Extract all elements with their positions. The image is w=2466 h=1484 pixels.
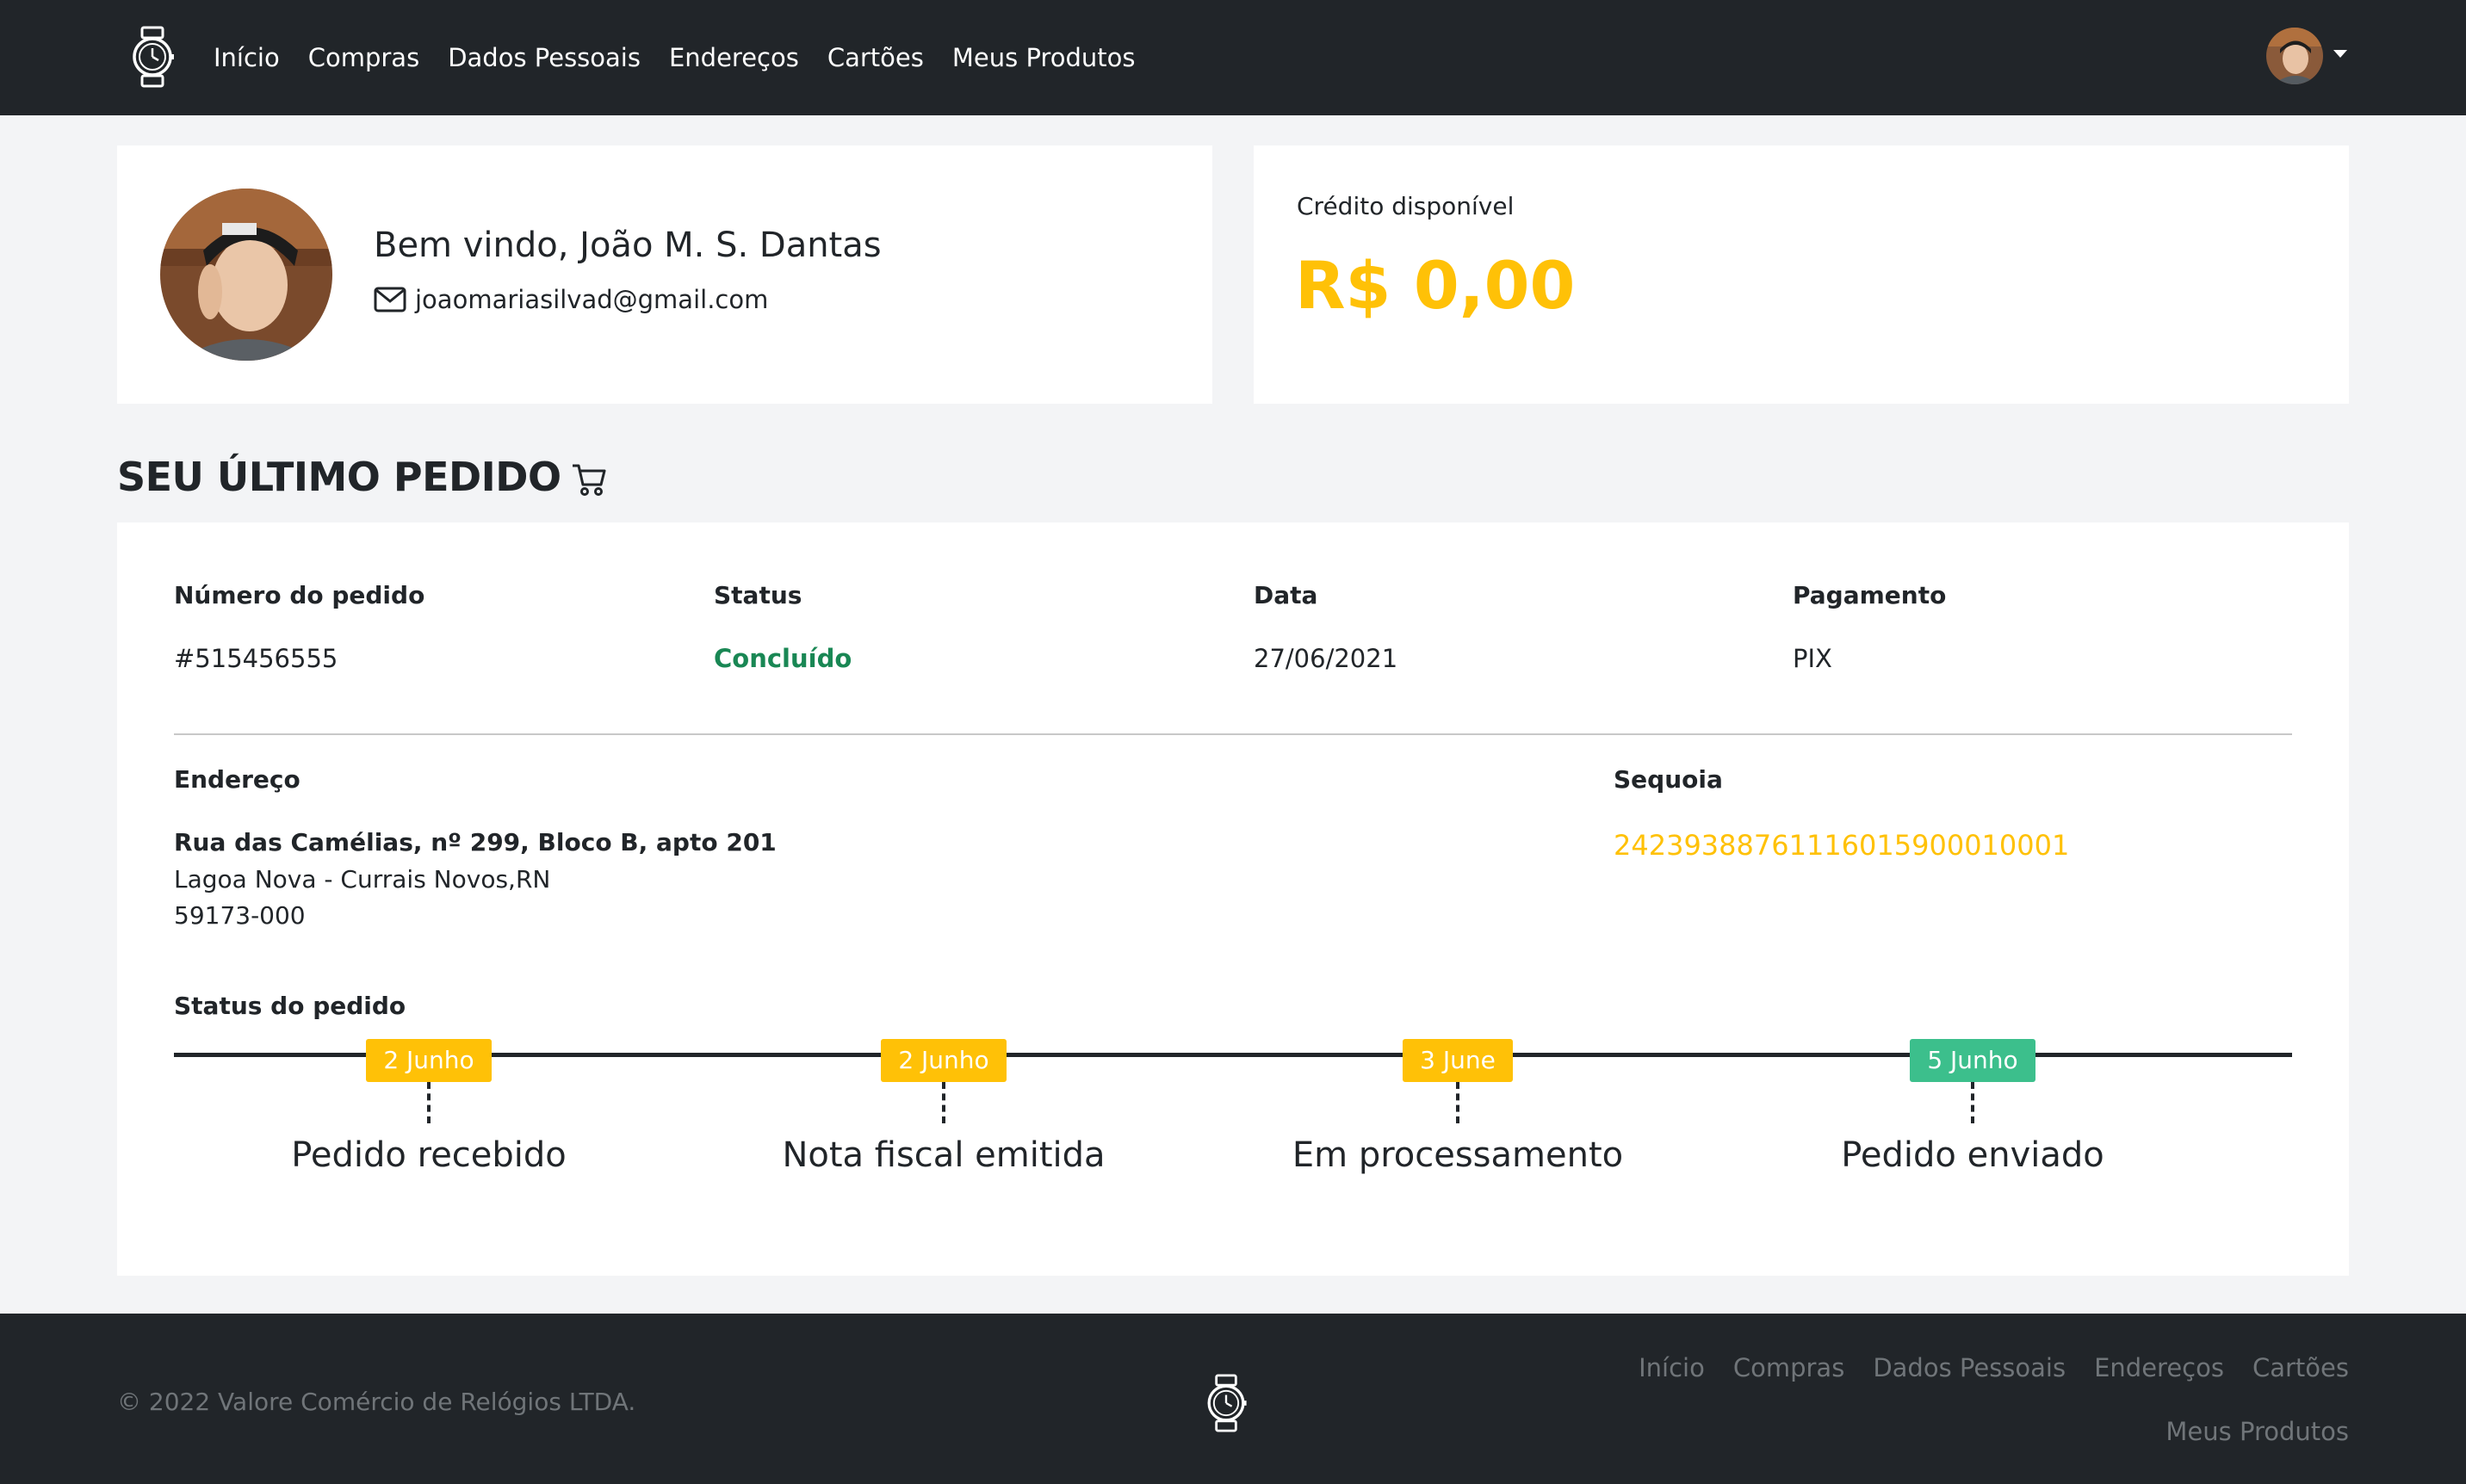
status-label: Status (714, 581, 802, 609)
nav-link-meus-produtos[interactable]: Meus Produtos (952, 43, 1136, 72)
address-street: Rua das Camélias, nº 299, Bloco B, apto … (174, 828, 777, 856)
address-label: Endereço (174, 765, 301, 794)
order-date: 27/06/2021 (1254, 644, 1398, 673)
step-label: Pedido recebido (291, 1135, 567, 1175)
carrier-label: Sequoia (1614, 765, 1723, 794)
step-date-badge: 2 Junho (881, 1039, 1007, 1082)
payment-method: PIX (1793, 644, 1832, 673)
footer-link-compras[interactable]: Compras (1733, 1353, 1844, 1417)
nav-link-inicio[interactable]: Início (214, 43, 280, 72)
address-zip: 59173-000 (174, 901, 306, 930)
step-date-badge: 5 Junho (1910, 1039, 2035, 1082)
nav-link-cartoes[interactable]: Cartões (827, 43, 924, 72)
footer-link-dados-pessoais[interactable]: Dados Pessoais (1873, 1353, 2066, 1417)
user-menu-toggle[interactable] (2266, 28, 2347, 84)
footer-link-inicio[interactable]: Início (1639, 1353, 1705, 1417)
payment-label: Pagamento (1793, 581, 1947, 609)
timeline-step: 5 Junho Pedido enviado (1714, 1039, 2231, 1175)
step-connector (1971, 1082, 1974, 1123)
nav-link-compras[interactable]: Compras (308, 43, 419, 72)
credit-card: Crédito disponível R$ 0,00 (1254, 145, 2349, 404)
step-date-badge: 2 Junho (366, 1039, 492, 1082)
nav-links: Início Compras Dados Pessoais Endereços … (214, 0, 1163, 115)
nav-link-enderecos[interactable]: Endereços (669, 43, 799, 72)
profile-card: Bem vindo, João M. S. Dantas joaomariasi… (117, 145, 1212, 404)
footer: © 2022 Valore Comércio de Relógios LTDA.… (0, 1314, 2466, 1484)
timeline-step: 2 Junho Pedido recebido (170, 1039, 687, 1175)
email-text: joaomariasilvad@gmail.com (415, 285, 769, 314)
cart-icon (572, 464, 606, 496)
navbar: Início Compras Dados Pessoais Endereços … (0, 0, 2466, 115)
last-order-title: SEU ÚLTIMO PEDIDO (117, 454, 561, 500)
step-connector (1456, 1082, 1459, 1123)
last-order-card: Número do pedido #515456555 Status Concl… (117, 522, 2349, 1276)
footer-link-enderecos[interactable]: Endereços (2094, 1353, 2224, 1417)
welcome-heading: Bem vindo, João M. S. Dantas (374, 226, 882, 265)
divider (174, 733, 2292, 735)
section-title: SEU ÚLTIMO PEDIDO (117, 454, 608, 500)
profile-avatar (160, 189, 332, 361)
address-city: Lagoa Nova - Currais Novos,RN (174, 865, 551, 893)
order-number: #515456555 (174, 644, 338, 673)
copyright: © 2022 Valore Comércio de Relógios LTDA. (117, 1388, 636, 1416)
watch-logo-icon[interactable] (1204, 1374, 1248, 1432)
credit-label: Crédito disponível (1297, 192, 1515, 220)
footer-link-meus-produtos[interactable]: Meus Produtos (2165, 1417, 2349, 1481)
order-number-label: Número do pedido (174, 581, 425, 609)
footer-links: Início Compras Dados Pessoais Endereços … (1574, 1353, 2349, 1481)
step-date-badge: 3 June (1403, 1039, 1513, 1082)
footer-link-cartoes[interactable]: Cartões (2252, 1353, 2349, 1417)
caret-down-icon[interactable] (2333, 49, 2347, 58)
step-label: Pedido enviado (1841, 1135, 2104, 1175)
step-label: Em processamento (1292, 1135, 1624, 1175)
status-badge: Concluído (714, 644, 852, 673)
watch-logo-icon[interactable] (129, 26, 176, 88)
timeline-step: 3 June Em processamento (1199, 1039, 1716, 1175)
step-connector (427, 1082, 431, 1123)
avatar[interactable] (2266, 28, 2323, 84)
timeline-step: 2 Junho Nota fiscal emitida (685, 1039, 1202, 1175)
envelope-icon (374, 287, 406, 312)
credit-value: R$ 0,00 (1295, 247, 1576, 324)
step-connector (942, 1082, 945, 1123)
tracking-code-link[interactable]: 24239388761116015900010001 (1614, 829, 2069, 862)
email-row: joaomariasilvad@gmail.com (374, 285, 768, 314)
nav-link-dados-pessoais[interactable]: Dados Pessoais (448, 43, 641, 72)
timeline-label: Status do pedido (174, 992, 406, 1020)
step-label: Nota fiscal emitida (782, 1135, 1106, 1175)
date-label: Data (1254, 581, 1318, 609)
